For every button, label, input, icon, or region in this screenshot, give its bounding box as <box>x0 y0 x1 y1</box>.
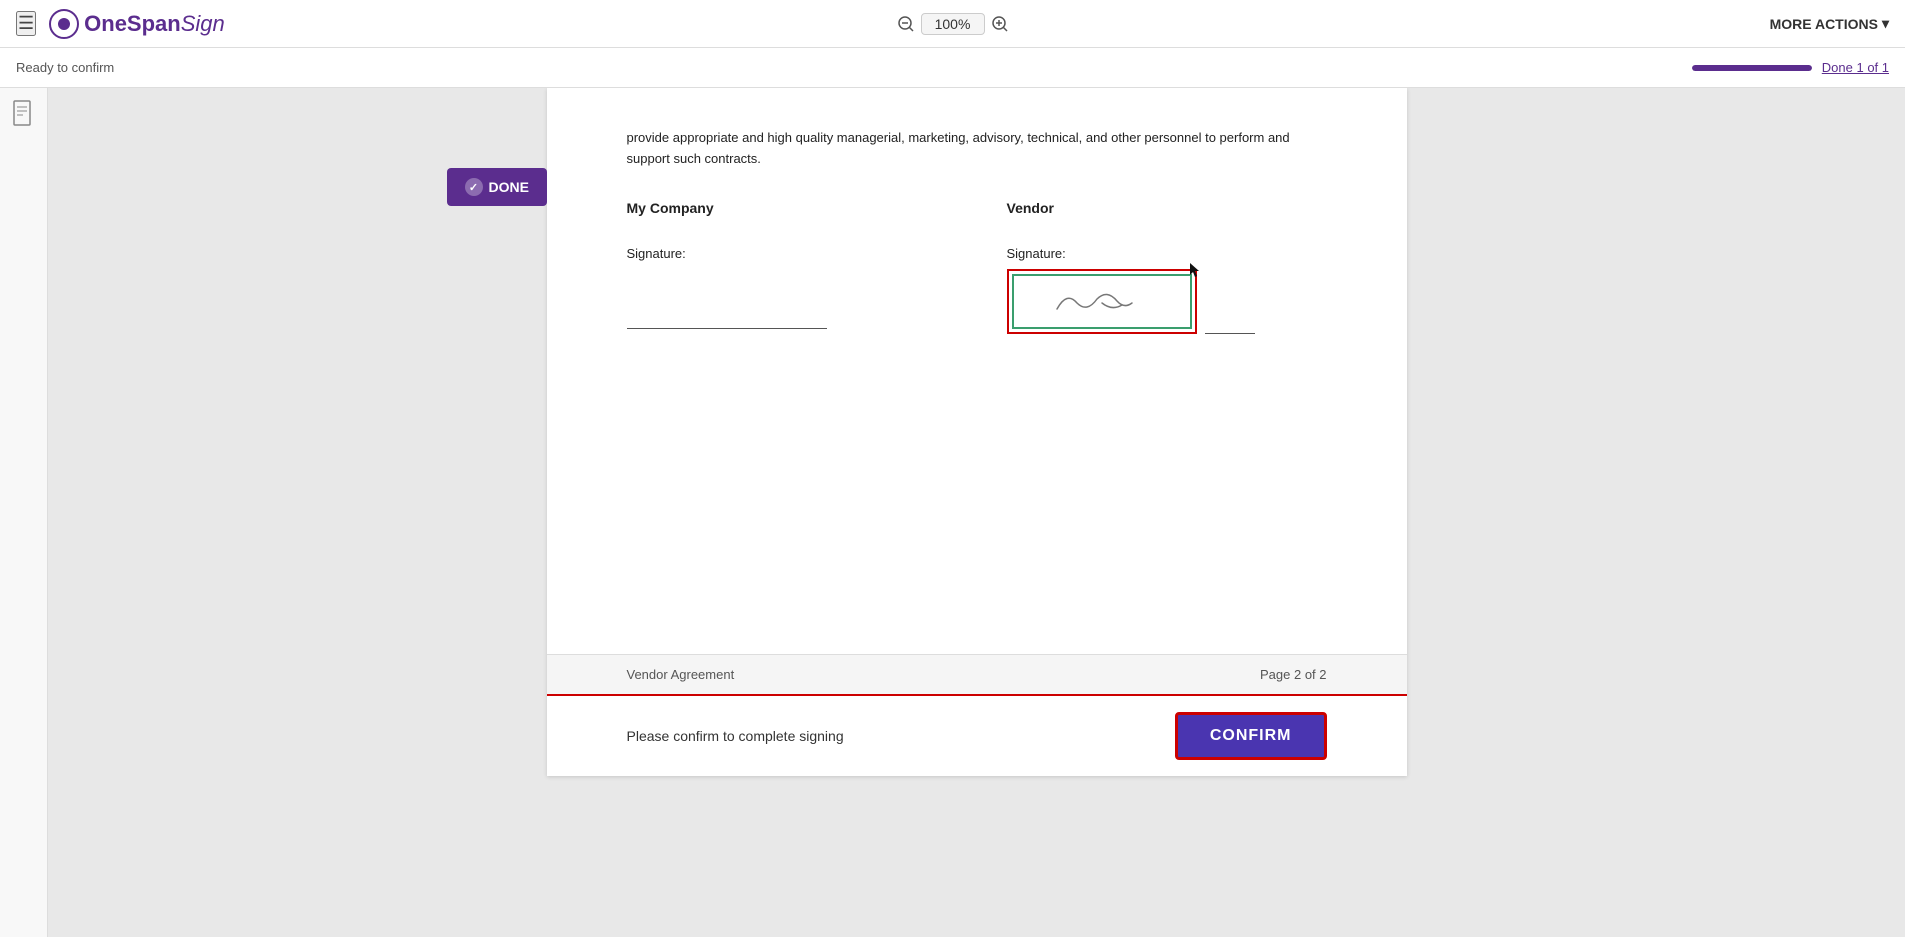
zoom-decrease-button[interactable] <box>897 15 915 33</box>
hamburger-button[interactable]: ☰ <box>16 11 36 36</box>
signature-box-wrapper[interactable] <box>1007 269 1197 334</box>
progress-bar-container <box>1692 65 1812 71</box>
document-page: provide appropriate and high quality man… <box>547 88 1407 776</box>
my-company-column: My Company Signature: <box>627 200 947 334</box>
logo-icon <box>48 8 80 40</box>
my-company-title: My Company <box>627 200 947 216</box>
signature-section: My Company Signature: Vendor Signature: <box>627 200 1327 334</box>
zoom-out-icon <box>897 15 915 33</box>
subheader: Ready to confirm Done 1 of 1 <box>0 48 1905 88</box>
doc-area: ✓ DONE provide appropriate and high qual… <box>48 88 1905 937</box>
confirm-bar: Please confirm to complete signing CONFI… <box>547 694 1407 776</box>
cursor-icon <box>1187 261 1205 279</box>
page-footer: Vendor Agreement Page 2 of 2 <box>547 654 1407 694</box>
vendor-title: Vendor <box>1007 200 1327 216</box>
ready-to-confirm-status: Ready to confirm <box>16 60 114 75</box>
check-icon: ✓ <box>465 178 483 196</box>
navbar-center: 100% <box>897 13 1009 35</box>
more-actions-label: MORE ACTIONS <box>1770 16 1878 32</box>
chevron-down-icon: ▾ <box>1882 15 1889 32</box>
navbar-left: ☰ OneSpan Sign <box>16 8 225 40</box>
confirm-button[interactable]: CONFIRM <box>1175 712 1327 760</box>
confirm-message: Please confirm to complete signing <box>627 728 844 744</box>
vendor-signature-line-right <box>1205 274 1255 334</box>
zoom-increase-button[interactable] <box>991 15 1009 33</box>
zoom-in-icon <box>991 15 1009 33</box>
vendor-signature-label: Signature: <box>1007 246 1327 261</box>
vendor-signature-area <box>1007 269 1327 334</box>
my-company-signature-line <box>627 269 827 329</box>
done-button[interactable]: ✓ DONE <box>447 168 547 206</box>
navbar-right: MORE ACTIONS ▾ <box>1770 15 1889 32</box>
done-label[interactable]: Done 1 of 1 <box>1822 60 1889 75</box>
zoom-value-display: 100% <box>921 13 985 35</box>
my-company-signature-label: Signature: <box>627 246 947 261</box>
main-area: ✓ DONE provide appropriate and high qual… <box>0 88 1905 937</box>
subheader-right: Done 1 of 1 <box>1692 60 1889 75</box>
logo-text-sign: Sign <box>181 11 225 37</box>
more-actions-button[interactable]: MORE ACTIONS ▾ <box>1770 15 1889 32</box>
doc-icon <box>13 100 35 126</box>
body-text: provide appropriate and high quality man… <box>627 128 1327 170</box>
page-empty-space <box>627 334 1327 614</box>
signature-red-border <box>1007 269 1197 334</box>
doc-page-wrapper: ✓ DONE provide appropriate and high qual… <box>547 88 1407 776</box>
logo-text-onespan: OneSpan <box>84 11 181 37</box>
footer-doc-name: Vendor Agreement <box>627 667 735 682</box>
page-content: provide appropriate and high quality man… <box>547 88 1407 654</box>
left-sidebar <box>0 88 48 937</box>
done-button-label: DONE <box>489 179 529 195</box>
hamburger-icon: ☰ <box>18 13 34 33</box>
footer-page-number: Page 2 of 2 <box>1260 667 1327 682</box>
signature-image <box>1042 281 1162 321</box>
logo-container: OneSpan Sign <box>48 8 225 40</box>
signature-inner-box[interactable] <box>1012 274 1192 329</box>
progress-bar-fill <box>1692 65 1812 71</box>
navbar: ☰ OneSpan Sign 100% <box>0 0 1905 48</box>
vendor-column: Vendor Signature: <box>1007 200 1327 334</box>
document-thumbnail-icon[interactable] <box>13 100 35 132</box>
